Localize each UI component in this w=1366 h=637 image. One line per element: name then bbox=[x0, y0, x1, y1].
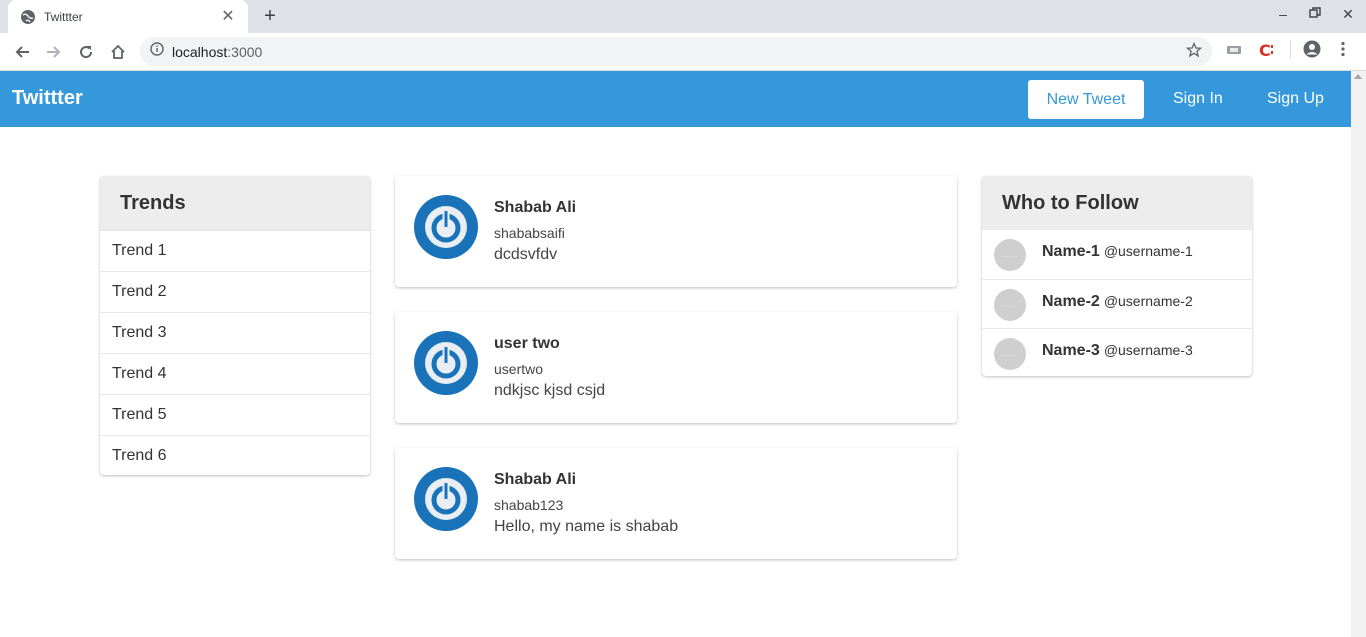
browser-toolbar: localhost:3000 C bbox=[0, 33, 1366, 71]
close-window-icon[interactable]: ✕ bbox=[1338, 6, 1358, 23]
follow-item[interactable]: ..... Name-1 @username-1 bbox=[982, 230, 1252, 279]
restore-icon[interactable] bbox=[1305, 6, 1325, 22]
trend-item[interactable]: Trend 6 bbox=[100, 435, 370, 475]
avatar: ..... bbox=[994, 289, 1026, 321]
page-scrollbar[interactable] bbox=[1351, 71, 1366, 637]
arrow-right-icon[interactable] bbox=[42, 40, 66, 64]
browser-tabstrip: Twittter ✕ + – ✕ bbox=[0, 0, 1366, 33]
account-circle-icon[interactable] bbox=[1303, 40, 1321, 63]
svg-text:C: C bbox=[1259, 41, 1271, 59]
brand-logo[interactable]: Twittter bbox=[12, 87, 83, 110]
follow-username[interactable]: @username-2 bbox=[1104, 293, 1193, 309]
minimize-icon[interactable]: – bbox=[1273, 6, 1293, 22]
toolbar-divider bbox=[1290, 40, 1291, 58]
who-to-follow-title: Who to Follow bbox=[982, 176, 1252, 230]
tweet-author-name[interactable]: Shabab Ali bbox=[494, 199, 576, 217]
tweet-text: ndkjsc kjsd csjd bbox=[494, 382, 606, 399]
avatar: ..... bbox=[994, 338, 1026, 370]
tweet-card: Shabab Ali shabab123 Hello, my name is s… bbox=[395, 448, 957, 559]
new-tweet-button[interactable]: New Tweet bbox=[1028, 80, 1144, 119]
power-icon bbox=[414, 331, 478, 395]
trend-item[interactable]: Trend 1 bbox=[100, 230, 370, 271]
tweet-author-handle[interactable]: usertwo bbox=[494, 361, 543, 377]
follow-item[interactable]: ..... Name-3 @username-3 bbox=[982, 328, 1252, 376]
reload-icon[interactable] bbox=[74, 40, 98, 64]
follow-username[interactable]: @username-1 bbox=[1104, 243, 1193, 259]
kebab-menu-icon[interactable] bbox=[1340, 41, 1346, 62]
trends-card: Trends Trend 1 Trend 2 Trend 3 Trend 4 T… bbox=[100, 176, 370, 475]
extension-c-icon[interactable]: C bbox=[1258, 41, 1276, 64]
tweet-text: Hello, my name is shabab bbox=[494, 518, 679, 535]
trends-title: Trends bbox=[100, 176, 370, 230]
sign-in-link[interactable]: Sign In bbox=[1173, 90, 1223, 108]
trend-item[interactable]: Trend 2 bbox=[100, 271, 370, 312]
tweet-card: user two usertwo ndkjsc kjsd csjd bbox=[395, 312, 957, 423]
follow-item[interactable]: ..... Name-2 @username-2 bbox=[982, 279, 1252, 328]
url-text: localhost:3000 bbox=[172, 43, 263, 60]
tweet-text: dcdsvfdv bbox=[494, 246, 558, 263]
follow-name[interactable]: Name-1 @username-1 bbox=[1042, 243, 1193, 261]
follow-name[interactable]: Name-3 @username-3 bbox=[1042, 342, 1193, 360]
arrow-left-icon[interactable] bbox=[10, 40, 34, 64]
close-tab-icon[interactable]: ✕ bbox=[220, 8, 236, 25]
sign-up-link[interactable]: Sign Up bbox=[1267, 90, 1324, 108]
globe-icon bbox=[20, 9, 36, 25]
tweet-card: Shabab Ali shababsaifi dcdsvfdv bbox=[395, 176, 957, 287]
power-icon bbox=[414, 195, 478, 259]
address-bar[interactable]: localhost:3000 bbox=[140, 37, 1212, 66]
new-tab-icon[interactable]: + bbox=[258, 4, 282, 28]
avatar: ..... bbox=[994, 239, 1026, 271]
trend-item[interactable]: Trend 4 bbox=[100, 353, 370, 394]
tweet-author-handle[interactable]: shababsaifi bbox=[494, 225, 565, 241]
who-to-follow-card: Who to Follow ..... Name-1 @username-1 ..… bbox=[982, 176, 1252, 376]
tweet-author-handle[interactable]: shabab123 bbox=[494, 497, 563, 513]
trend-item[interactable]: Trend 3 bbox=[100, 312, 370, 353]
extension-icon[interactable] bbox=[1226, 42, 1242, 63]
tweet-author-name[interactable]: user two bbox=[494, 335, 560, 353]
scroll-up-icon[interactable] bbox=[1354, 74, 1362, 79]
star-icon[interactable] bbox=[1185, 41, 1203, 63]
home-icon[interactable] bbox=[106, 40, 130, 64]
tweet-author-name[interactable]: Shabab Ali bbox=[494, 471, 576, 489]
site-navbar: Twittter New Tweet Sign In Sign Up bbox=[0, 71, 1351, 127]
power-icon bbox=[414, 467, 478, 531]
info-icon[interactable] bbox=[150, 42, 164, 61]
trend-item[interactable]: Trend 5 bbox=[100, 394, 370, 435]
tab-title: Twittter bbox=[44, 9, 83, 24]
follow-name[interactable]: Name-2 @username-2 bbox=[1042, 293, 1193, 311]
follow-username[interactable]: @username-3 bbox=[1104, 342, 1193, 358]
browser-tab[interactable]: Twittter ✕ bbox=[8, 0, 248, 33]
